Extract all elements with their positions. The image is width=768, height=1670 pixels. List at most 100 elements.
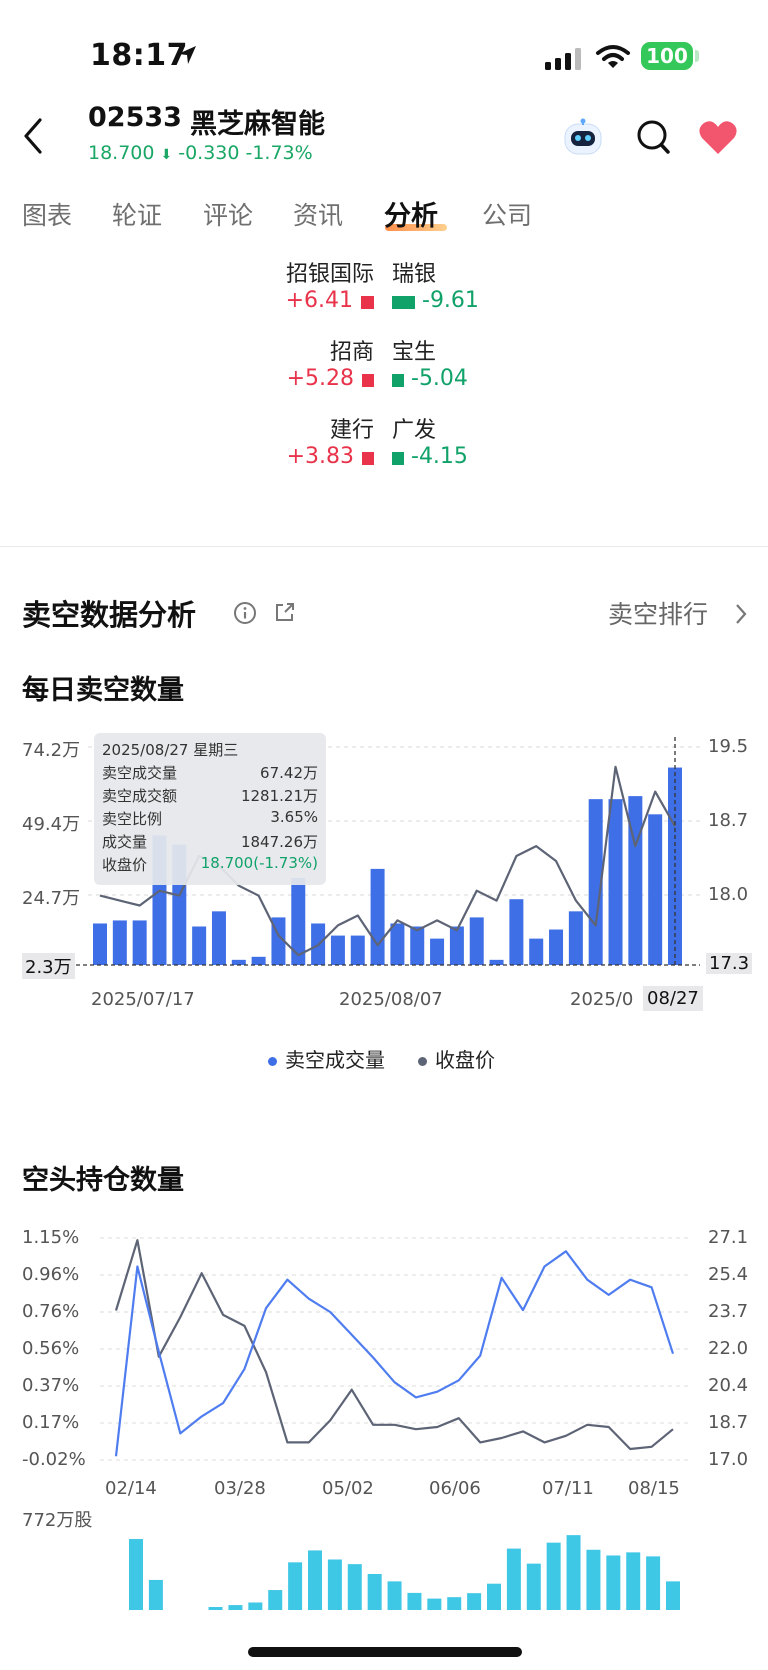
chevron-right-icon[interactable] xyxy=(734,603,748,625)
status-time: 18:17 xyxy=(90,38,188,73)
volume-bar[interactable] xyxy=(387,1581,402,1610)
search-icon[interactable] xyxy=(636,118,672,156)
legend-close-price[interactable]: 收盘价 xyxy=(418,1044,495,1073)
short-position-title: 空头持仓数量 xyxy=(22,1165,184,1196)
back-icon[interactable] xyxy=(22,118,44,154)
pos-x-tick: 06/06 xyxy=(429,1478,481,1499)
volume-bar[interactable] xyxy=(586,1549,601,1610)
down-arrow-icon: ⬇ xyxy=(160,147,173,163)
pos-y-left-tick: 0.56% xyxy=(22,1338,80,1359)
volume-bar[interactable] xyxy=(208,1607,223,1610)
short-volume-bar[interactable] xyxy=(93,923,107,965)
volume-bar[interactable] xyxy=(308,1550,322,1610)
volume-bar[interactable] xyxy=(626,1552,641,1610)
volume-bar[interactable] xyxy=(129,1539,143,1610)
x-tick-3: 2025/0 xyxy=(570,989,634,1010)
volume-bar[interactable] xyxy=(288,1562,303,1610)
tooltip-row: 卖空比例 3.65% xyxy=(102,808,318,828)
volume-bar[interactable] xyxy=(248,1602,263,1610)
signal-icon xyxy=(545,48,581,70)
short-volume-bar[interactable] xyxy=(231,959,246,965)
y-left-tick-1: 74.2万 xyxy=(22,740,81,761)
info-icon[interactable] xyxy=(233,601,257,625)
volume-bar[interactable] xyxy=(427,1598,442,1610)
short-volume-bar[interactable] xyxy=(211,911,226,965)
tab-news[interactable]: 资讯 xyxy=(293,196,343,232)
short-volume-bar[interactable] xyxy=(132,920,147,965)
volume-bar[interactable] xyxy=(546,1542,561,1610)
volume-bar[interactable] xyxy=(606,1555,621,1610)
short-volume-bar[interactable] xyxy=(330,935,345,965)
short-volume-bar[interactable] xyxy=(430,938,445,965)
tooltip-row: 成交量 1847.26万 xyxy=(102,833,318,851)
short-volume-bar[interactable] xyxy=(608,799,623,965)
volume-bar[interactable] xyxy=(148,1579,163,1610)
short-volume-bar[interactable] xyxy=(648,814,663,965)
short-volume-bar[interactable] xyxy=(628,796,643,965)
short-volume-bar[interactable] xyxy=(350,935,365,965)
volume-bar[interactable] xyxy=(646,1556,661,1610)
stock-change-pct: -1.73% xyxy=(245,142,313,164)
short-volume-bar[interactable] xyxy=(549,929,564,965)
volume-bar[interactable] xyxy=(327,1559,342,1610)
short-volume-bar[interactable] xyxy=(449,926,464,965)
volume-bar[interactable] xyxy=(447,1597,462,1610)
tab-warrants[interactable]: 轮证 xyxy=(112,196,162,232)
y-right-tick-3: 18.0 xyxy=(708,884,749,905)
robot-assistant-icon[interactable] xyxy=(562,118,604,156)
favorite-heart-icon[interactable] xyxy=(698,120,738,156)
short-volume-bar[interactable] xyxy=(251,956,266,965)
daily-short-title: 每日卖空数量 xyxy=(22,675,184,706)
buy-broker-name: 招商 xyxy=(329,340,374,365)
pos-y-left-tick: 0.17% xyxy=(22,1412,80,1433)
short-volume-bar[interactable] xyxy=(509,899,524,965)
tab-chart[interactable]: 图表 xyxy=(22,196,72,232)
volume-bar[interactable] xyxy=(526,1563,541,1610)
tab-analysis[interactable]: 分析 xyxy=(384,194,438,233)
volume-bar[interactable] xyxy=(506,1548,521,1610)
volume-bar[interactable] xyxy=(467,1593,482,1610)
stock-change: -0.330 xyxy=(178,142,240,164)
legend-short-volume[interactable]: 卖空成交量 xyxy=(268,1044,385,1073)
volume-bar[interactable] xyxy=(566,1535,581,1610)
tooltip-row: 收盘价 18.700(-1.73%) xyxy=(102,854,318,874)
volume-bar[interactable] xyxy=(487,1583,501,1610)
short-ranking-link[interactable]: 卖空排行 xyxy=(608,595,708,631)
x-tick-2: 2025/08/07 xyxy=(339,989,443,1010)
short-volume-bar[interactable] xyxy=(489,959,504,965)
short-volume-bar[interactable] xyxy=(529,938,544,965)
volume-bar[interactable] xyxy=(367,1573,382,1610)
share-icon[interactable] xyxy=(274,601,296,623)
short-volume-bar[interactable] xyxy=(192,926,207,965)
buy-strength-bar xyxy=(362,374,374,387)
location-arrow-icon xyxy=(178,46,196,64)
pos-y-left-tick: -0.02% xyxy=(22,1449,86,1470)
y-left-tick-3: 24.7万 xyxy=(22,888,81,909)
pos-x-tick: 08/15 xyxy=(628,1478,680,1499)
short-volume-bar[interactable] xyxy=(370,868,385,965)
pos-x-tick: 03/28 xyxy=(214,1478,266,1499)
short-volume-bar[interactable] xyxy=(469,917,484,965)
buy-value: +5.28 xyxy=(286,366,354,391)
short-volume-bar[interactable] xyxy=(410,926,425,965)
volume-bar[interactable] xyxy=(407,1592,422,1610)
sell-broker-name: 广发 xyxy=(392,418,437,443)
short-volume-bar[interactable] xyxy=(568,911,583,965)
short-volume-bar[interactable] xyxy=(390,923,405,965)
y-left-tick-crosshair: 2.3万 xyxy=(22,953,75,979)
short-volume-bar[interactable] xyxy=(112,920,127,965)
pos-y-right-tick: 27.1 xyxy=(708,1227,749,1248)
stock-quote: 18.700 ⬇ -0.330 -1.73% xyxy=(88,142,319,164)
volume-bar[interactable] xyxy=(228,1605,243,1610)
tab-comments[interactable]: 评论 xyxy=(203,196,253,232)
volume-bar[interactable] xyxy=(347,1564,362,1610)
volume-bar[interactable] xyxy=(666,1581,680,1610)
home-indicator[interactable] xyxy=(248,1647,522,1657)
pos-y-right-tick: 20.4 xyxy=(708,1375,749,1396)
sell-value: -9.61 xyxy=(422,288,479,313)
tooltip-date: 2025/08/27 星期三 xyxy=(102,741,239,759)
volume-bar[interactable] xyxy=(268,1590,283,1610)
tab-company[interactable]: 公司 xyxy=(482,196,532,232)
sell-value: -4.15 xyxy=(411,444,468,469)
short-position-chart[interactable] xyxy=(0,1220,768,1620)
